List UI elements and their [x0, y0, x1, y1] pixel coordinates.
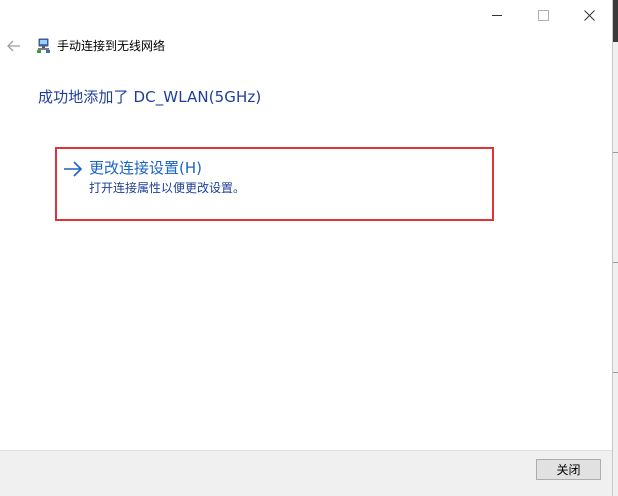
network-icon — [37, 38, 50, 53]
close-window-button[interactable] — [566, 0, 612, 30]
background-window-edge — [613, 0, 618, 496]
dialog-title: 手动连接到无线网络 — [57, 39, 166, 53]
minimize-button[interactable] — [474, 0, 520, 30]
background-divider — [613, 372, 618, 373]
background-divider — [613, 262, 618, 263]
dialog-footer — [0, 450, 612, 496]
close-icon — [583, 9, 595, 21]
close-button[interactable]: 关闭 — [536, 459, 601, 480]
background-window-dark-edge — [613, 0, 618, 42]
success-heading: 成功地添加了 DC_WLAN(5GHz) — [38, 88, 262, 106]
change-settings-link[interactable]: 更改连接设置(H) — [89, 158, 202, 178]
minimize-icon — [492, 14, 502, 16]
dialog-window: 手动连接到无线网络 成功地添加了 DC_WLAN(5GHz) 更改连接设置(H)… — [0, 0, 613, 496]
maximize-icon — [537, 9, 549, 21]
change-settings-description: 打开连接属性以便更改设置。 — [89, 181, 246, 195]
back-arrow-icon — [7, 40, 20, 52]
right-arrow-icon — [64, 161, 83, 177]
back-button[interactable] — [5, 37, 23, 55]
maximize-button[interactable] — [520, 0, 566, 30]
background-divider — [613, 152, 618, 153]
